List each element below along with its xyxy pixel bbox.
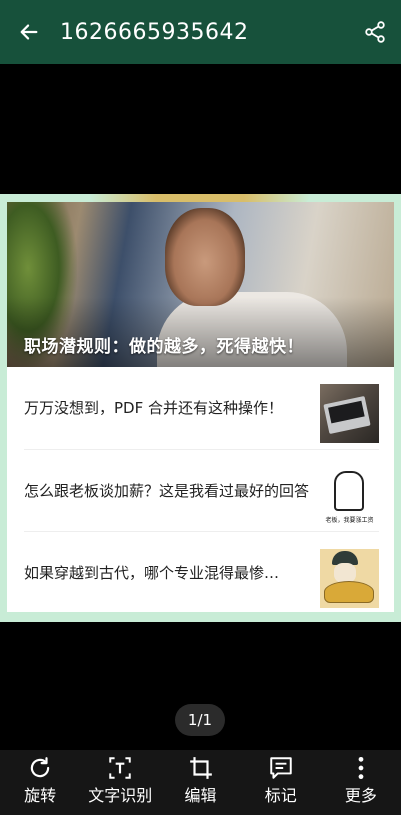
document-title: 1626665935642 — [60, 19, 249, 45]
person-head-image-detail — [165, 208, 245, 306]
share-button[interactable] — [349, 0, 401, 64]
more-vertical-icon — [358, 756, 364, 780]
rotate-label: 旋转 — [24, 786, 57, 805]
boss-figure-image-detail — [334, 471, 364, 511]
text-recognition-label: 文字识别 — [88, 786, 153, 805]
arrow-left-icon — [20, 24, 38, 40]
laptop-thumbnail — [320, 384, 379, 443]
face-image-detail — [334, 563, 356, 583]
more-label: 更多 — [344, 786, 377, 805]
article-title: 万万没想到，PDF 合并还有这种操作！ — [24, 399, 283, 417]
article-card: 职场潜规则：做的越多，死得越快！ 万万没想到，PDF 合并还有这种操作！ 怎么跟… — [7, 202, 394, 612]
article-item: 如果穿越到古代，哪个专业混得最惨… — [24, 531, 379, 612]
qing-official-thumbnail — [320, 549, 379, 608]
text-recognition-button[interactable]: 文字识别 — [80, 750, 160, 815]
top-app-bar: 1626665935642 — [0, 0, 401, 64]
edit-button[interactable]: 编辑 — [160, 750, 240, 815]
back-button[interactable] — [0, 0, 58, 64]
boss-illustration-thumbnail: 老板，我要涨工资 — [320, 467, 379, 526]
edit-label: 编辑 — [184, 786, 217, 805]
article-item: 怎么跟老板谈加薪？这是我看过最好的回答 老板，我要涨工资 — [24, 449, 379, 531]
annotate-label: 标记 — [264, 786, 297, 805]
thumbnail-caption: 老板，我要涨工资 — [325, 517, 374, 524]
hero-headline: 职场潜规则：做的越多，死得越快！ — [24, 337, 304, 357]
fan-image-detail — [324, 581, 374, 603]
bottom-toolbar: 旋转 文字识别 编辑 标记 更多 — [0, 750, 401, 815]
text-recognition-icon — [109, 757, 132, 779]
article-title: 如果穿越到古代，哪个专业混得最惨… — [24, 564, 280, 582]
document-viewer[interactable]: 职场潜规则：做的越多，死得越快！ 万万没想到，PDF 合并还有这种操作！ 怎么跟… — [0, 64, 401, 750]
share-icon — [365, 21, 385, 43]
page-indicator: 1/1 — [175, 704, 225, 736]
article-title: 怎么跟老板谈加薪？这是我看过最好的回答 — [24, 482, 310, 500]
annotate-button[interactable]: 标记 — [241, 750, 321, 815]
more-button[interactable]: 更多 — [321, 750, 401, 815]
crop-icon — [189, 757, 212, 779]
annotate-icon — [269, 757, 292, 779]
scanned-page[interactable]: 职场潜规则：做的越多，死得越快！ 万万没想到，PDF 合并还有这种操作！ 怎么跟… — [0, 194, 401, 622]
hero-image: 职场潜规则：做的越多，死得越快！ — [7, 202, 394, 367]
laptop-image-detail — [323, 395, 371, 435]
rotate-button[interactable]: 旋转 — [0, 750, 80, 815]
rotate-icon — [30, 757, 50, 778]
article-item: 万万没想到，PDF 合并还有这种操作！ — [24, 367, 379, 449]
